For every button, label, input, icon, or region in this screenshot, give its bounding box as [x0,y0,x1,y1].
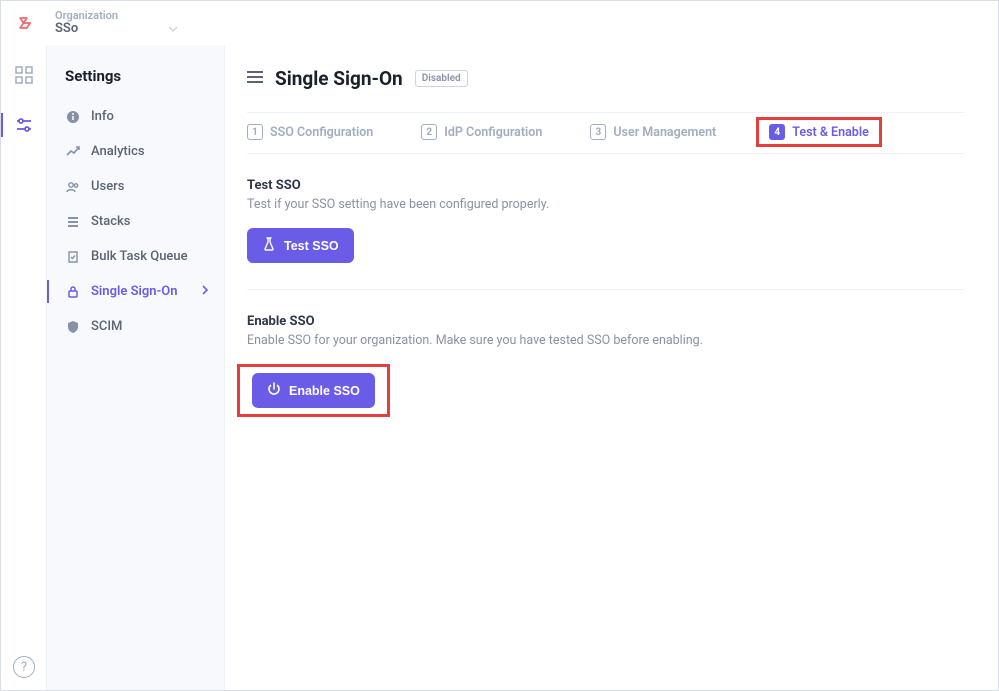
button-label: Enable SSO [289,384,360,398]
step-number: 3 [590,124,606,140]
analytics-icon [65,145,81,159]
test-sso-button[interactable]: Test SSO [247,228,354,263]
chevron-right-icon [200,284,210,299]
tab-label: SSO Configuration [270,125,373,140]
section-enable-sso: Enable SSO Enable SSO for your organizat… [247,289,964,443]
info-icon [65,110,81,124]
org-label: Organization [55,10,178,21]
section-heading: Test SSO [247,178,964,193]
nav-rail [1,45,47,690]
sidebar-item-label: SCIM [91,319,122,334]
tab-idp-configuration[interactable]: 2 IdP Configuration [421,123,542,141]
enable-sso-button[interactable]: Enable SSO [252,373,375,408]
power-icon [267,382,281,399]
sidebar-item-label: Users [91,179,124,194]
page-title: Single Sign-On [275,67,403,90]
step-number: 1 [247,124,263,140]
sidebar-item-stacks[interactable]: Stacks [47,204,224,239]
menu-icon[interactable] [247,69,263,88]
sidebar-item-single-sign-on[interactable]: Single Sign-On [47,274,224,309]
section-description: Test if your SSO setting have been confi… [247,197,964,212]
question-icon: ? [21,660,27,675]
sidebar-item-label: Info [91,109,114,124]
tab-label: IdP Configuration [444,125,542,140]
sliders-icon[interactable] [14,115,34,135]
sidebar-item-bulk-task-queue[interactable]: Bulk Task Queue [47,239,224,274]
flask-icon [262,237,276,254]
tab-label: Test & Enable [792,125,869,140]
sidebar-item-analytics[interactable]: Analytics [47,134,224,169]
settings-sidebar: Settings Info Analytics Users Stacks Bul… [47,45,225,690]
stacks-icon [65,215,81,229]
tab-label: User Management [613,125,716,140]
help-button[interactable]: ? [13,656,35,678]
sidebar-item-info[interactable]: Info [47,99,224,134]
sidebar-item-label: Stacks [91,214,130,229]
sidebar-item-users[interactable]: Users [47,169,224,204]
section-description: Enable SSO for your organization. Make s… [247,333,964,348]
wizard-tabs: 1 SSO Configuration 2 IdP Configuration … [247,112,964,154]
tab-sso-configuration[interactable]: 1 SSO Configuration [247,123,373,141]
org-name: SSo [55,21,78,36]
section-heading: Enable SSO [247,314,964,329]
status-badge: Disabled [415,70,468,87]
queue-icon [65,250,81,264]
lock-icon [65,285,81,299]
org-selector[interactable]: SSo [55,21,178,36]
sidebar-title: Settings [65,67,224,85]
tab-test-and-enable[interactable]: 4 Test & Enable [756,117,882,147]
chevron-down-icon [168,24,178,34]
sidebar-item-label: Single Sign-On [91,284,178,299]
highlight-box: Enable SSO [237,364,390,417]
step-number: 4 [769,124,785,140]
app-logo-icon [15,12,37,34]
dashboard-icon[interactable] [14,65,34,85]
step-number: 2 [421,124,437,140]
sidebar-item-scim[interactable]: SCIM [47,309,224,344]
sidebar-item-label: Bulk Task Queue [91,249,188,264]
button-label: Test SSO [284,239,339,253]
shield-icon [65,320,81,334]
tab-user-management[interactable]: 3 User Management [590,123,716,141]
users-icon [65,180,81,194]
section-test-sso: Test SSO Test if your SSO setting have b… [247,154,964,289]
sidebar-item-label: Analytics [91,144,145,159]
